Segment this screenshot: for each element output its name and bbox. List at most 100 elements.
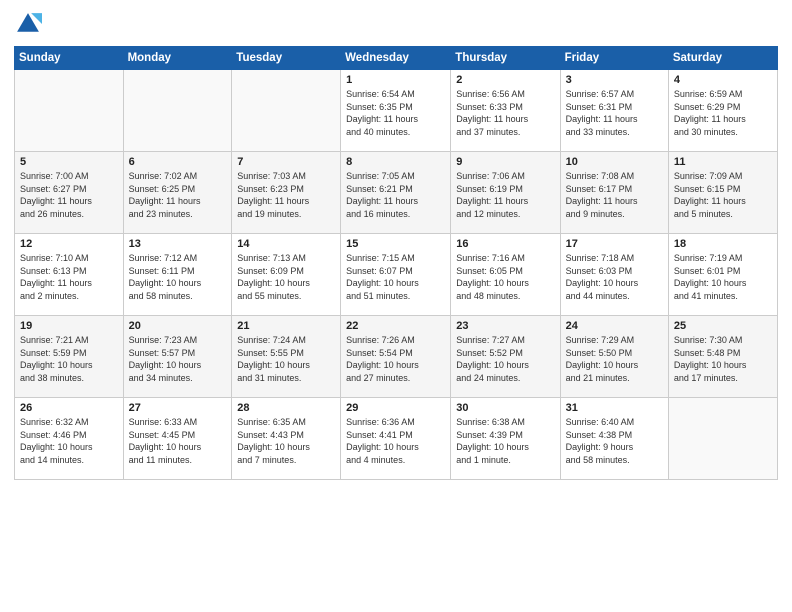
day-info: Sunrise: 7:06 AM Sunset: 6:19 PM Dayligh… [456,170,554,220]
day-info: Sunrise: 6:40 AM Sunset: 4:38 PM Dayligh… [566,416,663,466]
day-number: 6 [129,156,227,168]
day-number: 1 [346,74,445,86]
day-number: 2 [456,74,554,86]
calendar-cell: 19 Sunrise: 7:21 AM Sunset: 5:59 PM Dayli… [15,316,124,398]
day-info: Sunrise: 7:09 AM Sunset: 6:15 PM Dayligh… [674,170,772,220]
day-number: 10 [566,156,663,168]
day-number: 23 [456,320,554,332]
calendar-cell: 6 Sunrise: 7:02 AM Sunset: 6:25 PM Daylig… [123,152,232,234]
day-info: Sunrise: 7:29 AM Sunset: 5:50 PM Dayligh… [566,334,663,384]
day-number: 20 [129,320,227,332]
day-info: Sunrise: 7:26 AM Sunset: 5:54 PM Dayligh… [346,334,445,384]
week-row-4: 19 Sunrise: 7:21 AM Sunset: 5:59 PM Dayli… [15,316,778,398]
calendar-cell: 2 Sunrise: 6:56 AM Sunset: 6:33 PM Daylig… [451,70,560,152]
day-info: Sunrise: 7:13 AM Sunset: 6:09 PM Dayligh… [237,252,335,302]
day-info: Sunrise: 6:54 AM Sunset: 6:35 PM Dayligh… [346,88,445,138]
calendar-cell: 29 Sunrise: 6:36 AM Sunset: 4:41 PM Dayli… [341,398,451,480]
calendar-cell: 18 Sunrise: 7:19 AM Sunset: 6:01 PM Dayli… [668,234,777,316]
weekday-thursday: Thursday [451,47,560,70]
day-info: Sunrise: 7:10 AM Sunset: 6:13 PM Dayligh… [20,252,118,302]
day-info: Sunrise: 7:12 AM Sunset: 6:11 PM Dayligh… [129,252,227,302]
day-info: Sunrise: 6:32 AM Sunset: 4:46 PM Dayligh… [20,416,118,466]
day-number: 19 [20,320,118,332]
day-info: Sunrise: 7:27 AM Sunset: 5:52 PM Dayligh… [456,334,554,384]
day-info: Sunrise: 7:03 AM Sunset: 6:23 PM Dayligh… [237,170,335,220]
day-number: 28 [237,402,335,414]
calendar-cell [123,70,232,152]
calendar-cell: 20 Sunrise: 7:23 AM Sunset: 5:57 PM Dayli… [123,316,232,398]
day-number: 13 [129,238,227,250]
calendar-cell: 13 Sunrise: 7:12 AM Sunset: 6:11 PM Dayli… [123,234,232,316]
calendar-cell: 5 Sunrise: 7:00 AM Sunset: 6:27 PM Daylig… [15,152,124,234]
logo-icon [14,10,42,38]
calendar-cell: 4Sunrise: 6:59 AM Sunset: 6:29 PM Daylig… [668,70,777,152]
day-info: Sunrise: 7:08 AM Sunset: 6:17 PM Dayligh… [566,170,663,220]
day-number: 27 [129,402,227,414]
calendar-cell: 30 Sunrise: 6:38 AM Sunset: 4:39 PM Dayli… [451,398,560,480]
week-row-3: 12 Sunrise: 7:10 AM Sunset: 6:13 PM Dayli… [15,234,778,316]
calendar-cell: 22 Sunrise: 7:26 AM Sunset: 5:54 PM Dayli… [341,316,451,398]
day-info: Sunrise: 7:15 AM Sunset: 6:07 PM Dayligh… [346,252,445,302]
weekday-friday: Friday [560,47,668,70]
calendar-cell: 17Sunrise: 7:18 AM Sunset: 6:03 PM Dayli… [560,234,668,316]
day-info: Sunrise: 6:35 AM Sunset: 4:43 PM Dayligh… [237,416,335,466]
day-info: Sunrise: 6:36 AM Sunset: 4:41 PM Dayligh… [346,416,445,466]
day-number: 17 [566,238,663,250]
day-number: 3 [566,74,663,86]
day-number: 12 [20,238,118,250]
weekday-saturday: Saturday [668,47,777,70]
logo [14,10,46,38]
day-info: Sunrise: 7:02 AM Sunset: 6:25 PM Dayligh… [129,170,227,220]
calendar-cell: 8 Sunrise: 7:05 AM Sunset: 6:21 PM Daylig… [341,152,451,234]
day-info: Sunrise: 6:38 AM Sunset: 4:39 PM Dayligh… [456,416,554,466]
day-info: Sunrise: 6:56 AM Sunset: 6:33 PM Dayligh… [456,88,554,138]
day-number: 11 [674,156,772,168]
calendar-cell: 1 Sunrise: 6:54 AM Sunset: 6:35 PM Daylig… [341,70,451,152]
day-info: Sunrise: 6:57 AM Sunset: 6:31 PM Dayligh… [566,88,663,138]
calendar-cell: 16 Sunrise: 7:16 AM Sunset: 6:05 PM Dayli… [451,234,560,316]
day-info: Sunrise: 7:05 AM Sunset: 6:21 PM Dayligh… [346,170,445,220]
weekday-header-row: SundayMondayTuesdayWednesdayThursdayFrid… [15,47,778,70]
day-info: Sunrise: 7:23 AM Sunset: 5:57 PM Dayligh… [129,334,227,384]
day-number: 5 [20,156,118,168]
page-header [14,10,778,38]
calendar-cell: 31 Sunrise: 6:40 AM Sunset: 4:38 PM Dayli… [560,398,668,480]
weekday-wednesday: Wednesday [341,47,451,70]
day-number: 30 [456,402,554,414]
day-info: Sunrise: 7:00 AM Sunset: 6:27 PM Dayligh… [20,170,118,220]
calendar-cell: 26 Sunrise: 6:32 AM Sunset: 4:46 PM Dayli… [15,398,124,480]
day-number: 15 [346,238,445,250]
week-row-2: 5 Sunrise: 7:00 AM Sunset: 6:27 PM Daylig… [15,152,778,234]
day-number: 21 [237,320,335,332]
calendar-cell: 7Sunrise: 7:03 AM Sunset: 6:23 PM Daylig… [232,152,341,234]
calendar-cell: 23 Sunrise: 7:27 AM Sunset: 5:52 PM Dayli… [451,316,560,398]
calendar-cell: 10 Sunrise: 7:08 AM Sunset: 6:17 PM Dayli… [560,152,668,234]
weekday-tuesday: Tuesday [232,47,341,70]
calendar-table: SundayMondayTuesdayWednesdayThursdayFrid… [14,46,778,480]
day-number: 24 [566,320,663,332]
day-number: 14 [237,238,335,250]
day-info: Sunrise: 7:16 AM Sunset: 6:05 PM Dayligh… [456,252,554,302]
day-number: 31 [566,402,663,414]
day-number: 16 [456,238,554,250]
day-number: 26 [20,402,118,414]
calendar-cell: 3 Sunrise: 6:57 AM Sunset: 6:31 PM Daylig… [560,70,668,152]
day-info: Sunrise: 6:33 AM Sunset: 4:45 PM Dayligh… [129,416,227,466]
calendar-cell: 12 Sunrise: 7:10 AM Sunset: 6:13 PM Dayli… [15,234,124,316]
day-number: 29 [346,402,445,414]
calendar-cell: 11 Sunrise: 7:09 AM Sunset: 6:15 PM Dayli… [668,152,777,234]
day-info: Sunrise: 6:59 AM Sunset: 6:29 PM Dayligh… [674,88,772,138]
calendar-cell: 24 Sunrise: 7:29 AM Sunset: 5:50 PM Dayli… [560,316,668,398]
weekday-monday: Monday [123,47,232,70]
week-row-1: 1 Sunrise: 6:54 AM Sunset: 6:35 PM Daylig… [15,70,778,152]
day-info: Sunrise: 7:19 AM Sunset: 6:01 PM Dayligh… [674,252,772,302]
day-info: Sunrise: 7:21 AM Sunset: 5:59 PM Dayligh… [20,334,118,384]
calendar-cell: 27 Sunrise: 6:33 AM Sunset: 4:45 PM Dayli… [123,398,232,480]
calendar-cell [668,398,777,480]
calendar-cell: 14 Sunrise: 7:13 AM Sunset: 6:09 PM Dayli… [232,234,341,316]
calendar-cell: 25Sunrise: 7:30 AM Sunset: 5:48 PM Dayli… [668,316,777,398]
day-number: 22 [346,320,445,332]
day-number: 18 [674,238,772,250]
calendar-cell [15,70,124,152]
day-number: 8 [346,156,445,168]
